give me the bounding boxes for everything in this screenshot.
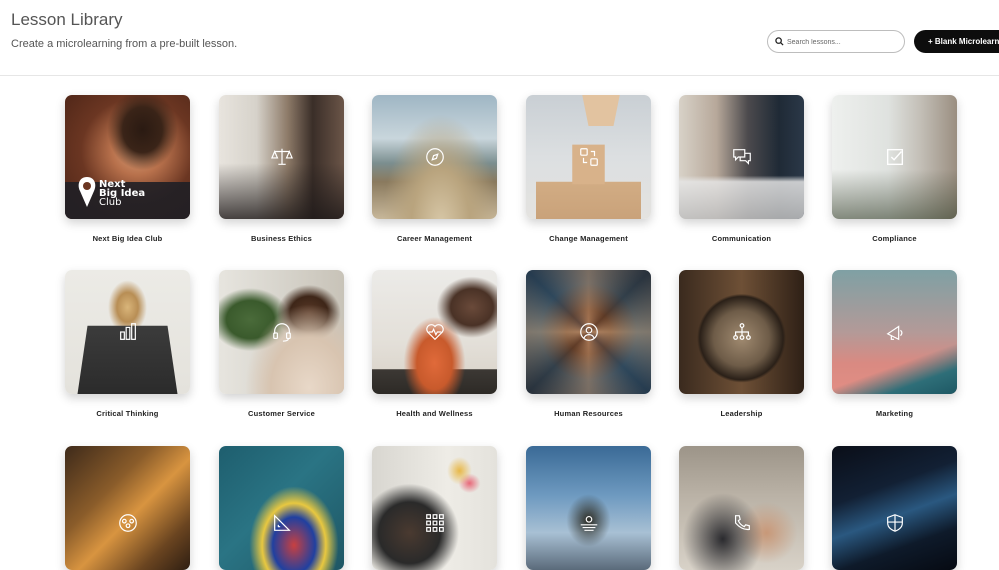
- org-chart-icon: [732, 323, 751, 340]
- lesson-card-business-ethics[interactable]: Business Ethics: [219, 95, 344, 243]
- lesson-label[interactable]: Business Ethics: [219, 234, 344, 243]
- lesson-thumbnail[interactable]: [526, 95, 651, 219]
- lesson-label[interactable]: Leadership: [679, 409, 804, 418]
- team-icon: [118, 514, 137, 532]
- lesson-card-compliance[interactable]: Compliance: [832, 95, 957, 243]
- lesson-thumbnail[interactable]: [832, 446, 957, 570]
- person-circle-icon: [579, 323, 598, 341]
- lesson-label[interactable]: Health and Wellness: [372, 409, 497, 418]
- lesson-card-security[interactable]: [832, 446, 957, 570]
- lesson-card-critical-thinking[interactable]: Critical Thinking: [65, 270, 190, 418]
- lesson-card-next-big-idea-club[interactable]: Next Big Idea Club Next Big Idea Club: [65, 95, 190, 243]
- change-arrows-icon: [579, 148, 598, 166]
- lesson-card-leadership[interactable]: Leadership: [679, 270, 804, 418]
- checkbox-icon: [886, 148, 903, 166]
- chat-bubbles-icon: [732, 149, 751, 165]
- lesson-thumbnail[interactable]: [679, 95, 804, 219]
- lesson-thumbnail[interactable]: [65, 270, 190, 394]
- lesson-label[interactable]: Critical Thinking: [65, 409, 190, 418]
- lesson-card-health-and-wellness[interactable]: Health and Wellness: [372, 270, 497, 418]
- lesson-card-productivity[interactable]: [372, 446, 497, 570]
- lesson-thumbnail[interactable]: [526, 446, 651, 570]
- grid-icon: [425, 514, 444, 532]
- ruler-triangle-icon: [273, 514, 291, 531]
- lesson-thumbnail[interactable]: [219, 446, 344, 570]
- lesson-thumbnail[interactable]: [832, 95, 957, 219]
- handshake-phone-icon: [734, 514, 750, 530]
- lesson-thumbnail[interactable]: [832, 270, 957, 394]
- megaphone-icon: [885, 325, 902, 341]
- next-big-idea-club-wordmark: Next Big Idea Club: [99, 179, 146, 208]
- lesson-card-problem-solving[interactable]: [219, 446, 344, 570]
- shield-icon: [886, 513, 903, 532]
- lesson-label[interactable]: Human Resources: [526, 409, 651, 418]
- lesson-thumbnail[interactable]: [679, 446, 804, 570]
- lesson-card-sales[interactable]: [679, 446, 804, 570]
- lesson-label[interactable]: Change Management: [526, 234, 651, 243]
- lesson-card-marketing[interactable]: Marketing: [832, 270, 957, 418]
- lesson-thumbnail[interactable]: [679, 270, 804, 394]
- lesson-label[interactable]: Career Management: [372, 234, 497, 243]
- lesson-label[interactable]: Marketing: [832, 409, 957, 418]
- lesson-thumbnail[interactable]: [219, 95, 344, 219]
- lesson-card-teamwork[interactable]: [65, 446, 190, 570]
- lesson-thumbnail[interactable]: [372, 446, 497, 570]
- heart-pulse-icon: [425, 324, 444, 341]
- lesson-thumbnail[interactable]: [65, 446, 190, 570]
- lesson-thumbnail[interactable]: [219, 270, 344, 394]
- lesson-card-human-resources[interactable]: Human Resources: [526, 270, 651, 418]
- lesson-card-change-management[interactable]: Change Management: [526, 95, 651, 243]
- lesson-thumbnail[interactable]: [372, 95, 497, 219]
- lesson-card-mindfulness[interactable]: [526, 446, 651, 570]
- lesson-card-customer-service[interactable]: Customer Service: [219, 270, 344, 418]
- lesson-label[interactable]: Next Big Idea Club: [65, 234, 190, 243]
- sunrise-icon: [580, 515, 597, 531]
- lesson-card-career-management[interactable]: Career Management: [372, 95, 497, 243]
- lesson-thumbnail[interactable]: [526, 270, 651, 394]
- lesson-label[interactable]: Compliance: [832, 234, 957, 243]
- lesson-card-communication[interactable]: Communication: [679, 95, 804, 243]
- lesson-label[interactable]: Customer Service: [219, 409, 344, 418]
- headset-icon: [272, 323, 291, 342]
- lesson-label[interactable]: Communication: [679, 234, 804, 243]
- scales-icon: [270, 148, 293, 165]
- lesson-grid: Next Big Idea Club Next Big Idea Club Bu…: [0, 0, 999, 570]
- bar-chart-icon: [119, 323, 136, 340]
- lesson-thumbnail[interactable]: Next Big Idea Club: [65, 95, 190, 219]
- lesson-thumbnail[interactable]: [372, 270, 497, 394]
- compass-icon: [425, 148, 444, 166]
